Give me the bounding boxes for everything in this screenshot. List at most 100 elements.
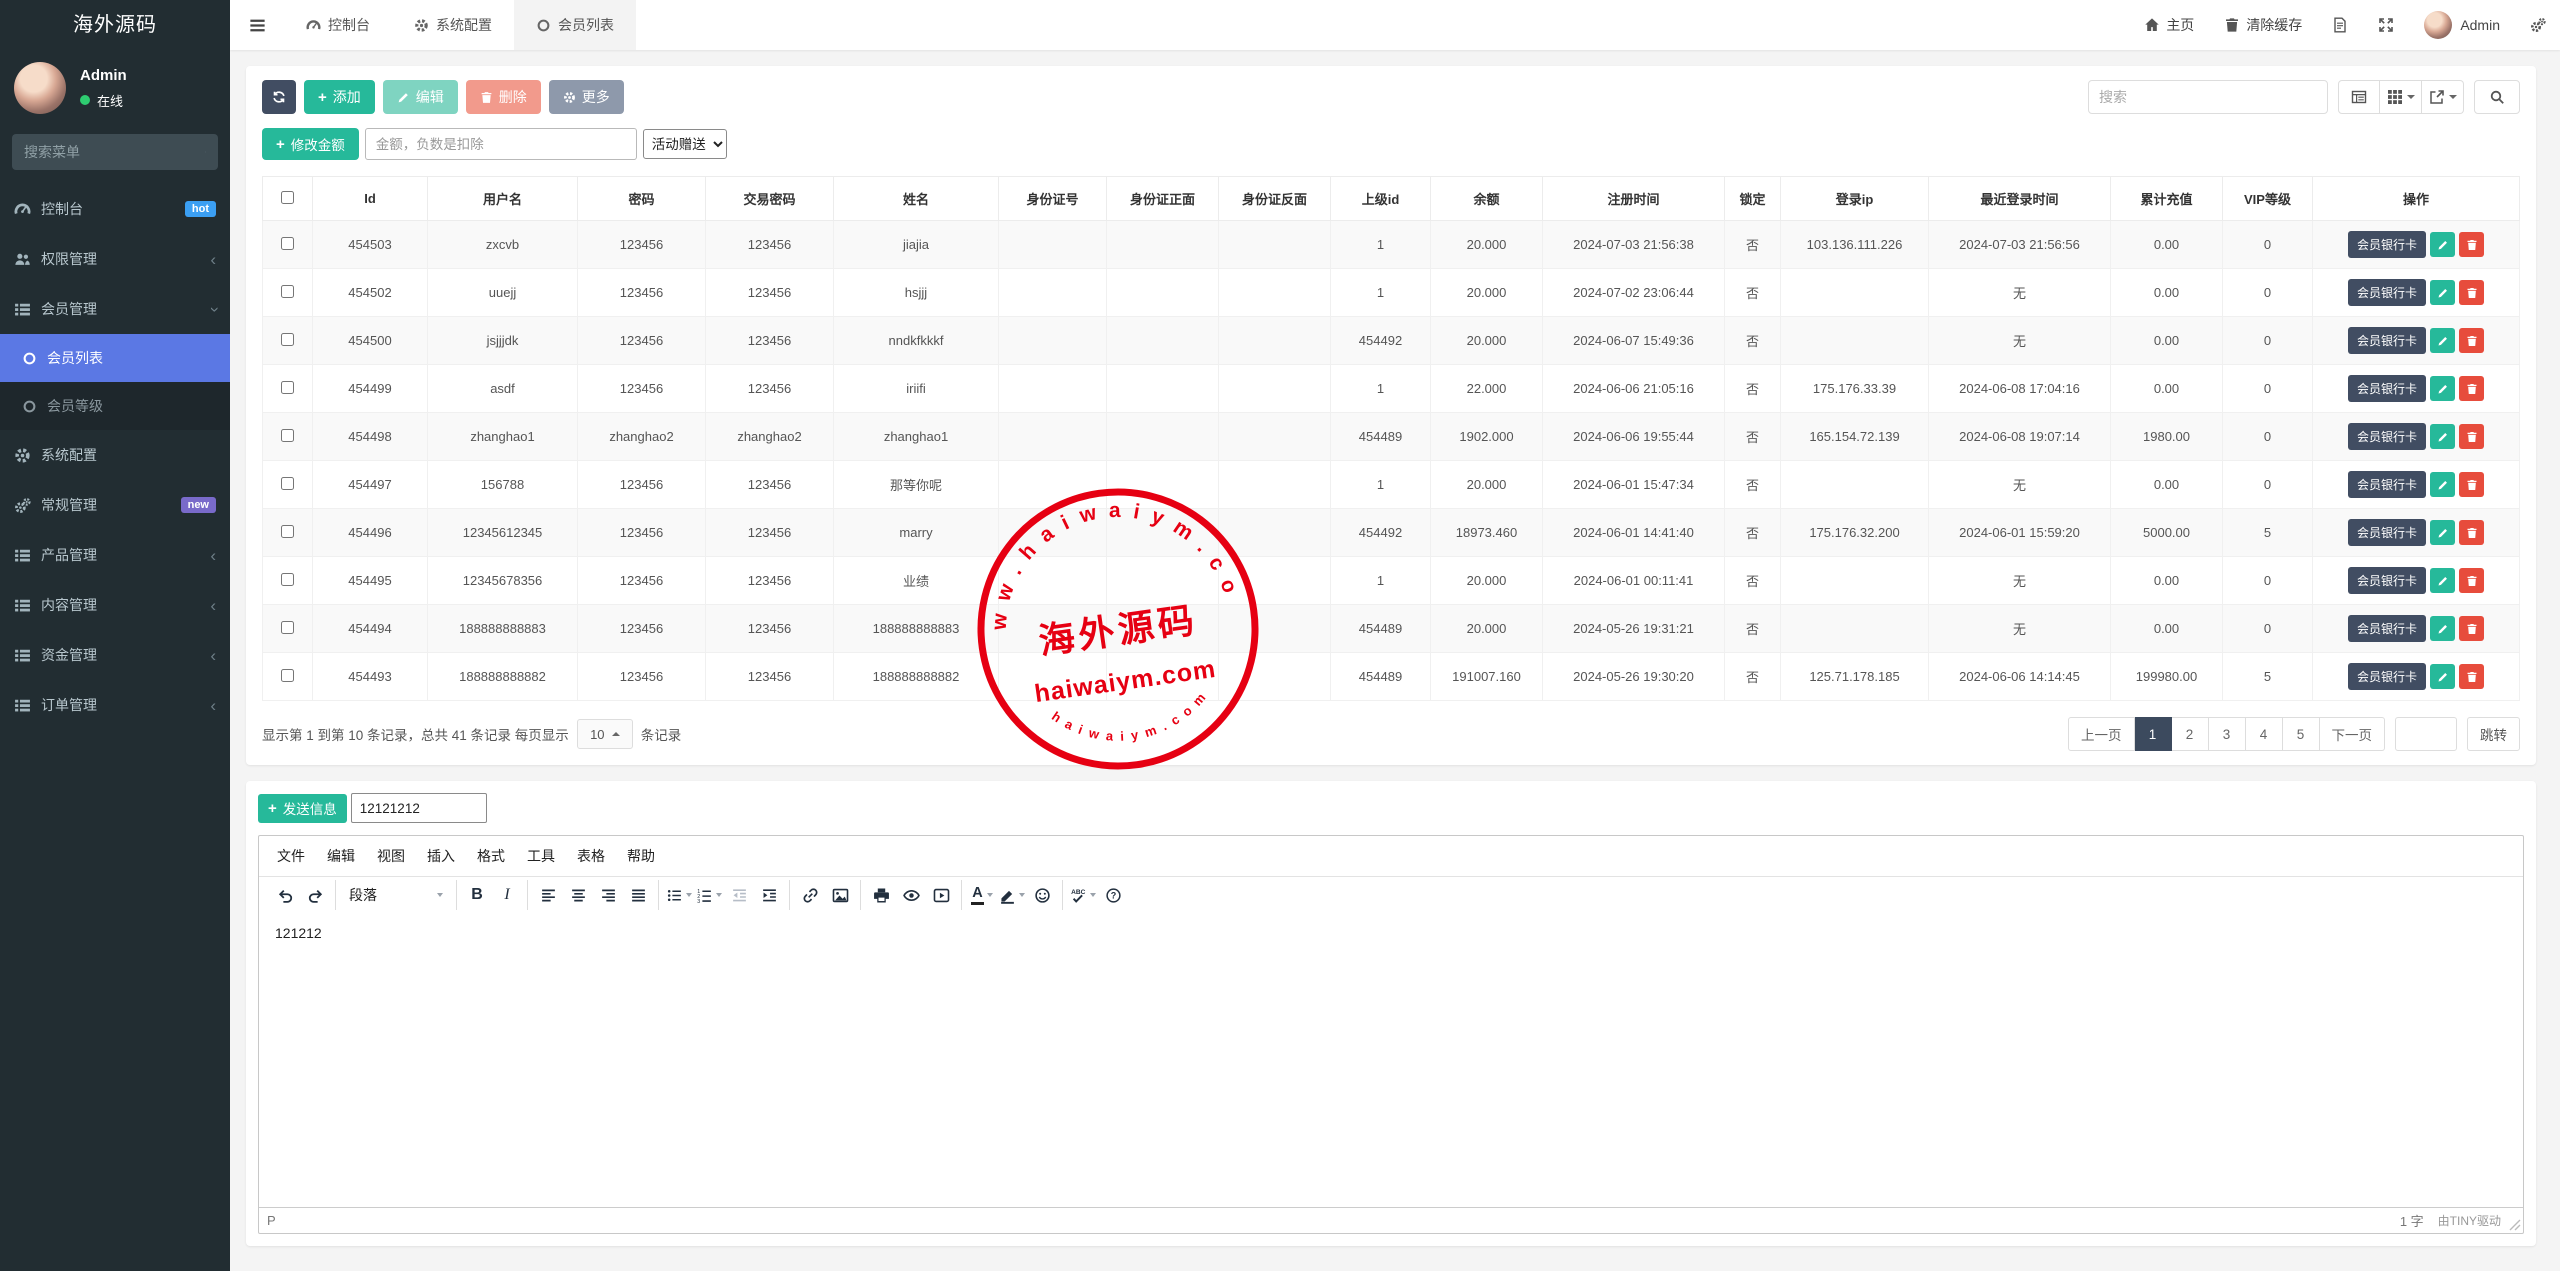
resize-grip[interactable]: [2509, 1219, 2521, 1231]
column-header[interactable]: 身份证正面: [1107, 177, 1219, 221]
column-header[interactable]: 累计充值: [2111, 177, 2223, 221]
search-icon[interactable]: [205, 144, 206, 160]
row-delete-button[interactable]: [2459, 472, 2484, 497]
gift-type-select[interactable]: 活动赠送: [643, 129, 727, 159]
sidebar-item-content[interactable]: 内容管理 ‹: [0, 580, 230, 630]
paragraph-format-select[interactable]: 段落: [341, 880, 451, 910]
row-edit-button[interactable]: [2430, 376, 2455, 401]
row-edit-button[interactable]: [2430, 664, 2455, 689]
modify-amount-button[interactable]: +修改金额: [262, 128, 359, 160]
page-number-button[interactable]: 1: [2135, 717, 2172, 751]
editor-menu-item[interactable]: 格式: [467, 841, 515, 871]
bank-card-button[interactable]: 会员银行卡: [2348, 471, 2426, 498]
column-header[interactable]: 登录ip: [1781, 177, 1929, 221]
add-button[interactable]: +添加: [304, 80, 375, 114]
sidebar-item-members[interactable]: 会员管理 ‹: [0, 284, 230, 334]
sidebar-item-member-level[interactable]: 会员等级: [0, 382, 230, 430]
align-justify-button[interactable]: [623, 880, 653, 910]
tab-dashboard[interactable]: 控制台: [284, 0, 392, 50]
editor-menu-item[interactable]: 视图: [367, 841, 415, 871]
page-number-button[interactable]: 4: [2246, 717, 2283, 751]
row-edit-button[interactable]: [2430, 424, 2455, 449]
row-delete-button[interactable]: [2459, 328, 2484, 353]
sidebar-search-input[interactable]: [24, 144, 205, 160]
redo-button[interactable]: [300, 880, 330, 910]
next-page-button[interactable]: 下一页: [2320, 717, 2386, 751]
editor-menu-item[interactable]: 文件: [267, 841, 315, 871]
row-checkbox[interactable]: [281, 237, 294, 250]
row-checkbox[interactable]: [281, 285, 294, 298]
sidebar-item-member-list[interactable]: 会员列表: [0, 334, 230, 382]
spellcheck-button[interactable]: [1068, 880, 1098, 910]
row-edit-button[interactable]: [2430, 616, 2455, 641]
row-edit-button[interactable]: [2430, 520, 2455, 545]
column-header[interactable]: 姓名: [834, 177, 999, 221]
bank-card-button[interactable]: 会员银行卡: [2348, 519, 2426, 546]
sidebar-item-dashboard[interactable]: 控制台 hot: [0, 184, 230, 234]
row-checkbox[interactable]: [281, 525, 294, 538]
print-button[interactable]: [866, 880, 896, 910]
word-count[interactable]: 1 字: [2400, 1211, 2424, 1230]
bank-card-button[interactable]: 会员银行卡: [2348, 567, 2426, 594]
column-header[interactable]: 最近登录时间: [1929, 177, 2111, 221]
insert-image-button[interactable]: [825, 880, 855, 910]
sidebar-item-products[interactable]: 产品管理 ‹: [0, 530, 230, 580]
clear-cache-button[interactable]: 清除缓存: [2224, 15, 2302, 35]
italic-button[interactable]: I: [492, 880, 522, 910]
translate-button[interactable]: [2332, 17, 2348, 33]
row-delete-button[interactable]: [2459, 424, 2484, 449]
preview-button[interactable]: [896, 880, 926, 910]
home-link[interactable]: 主页: [2144, 15, 2194, 35]
page-number-button[interactable]: 2: [2172, 717, 2209, 751]
column-header[interactable]: 用户名: [428, 177, 578, 221]
prev-page-button[interactable]: 上一页: [2068, 717, 2135, 751]
row-delete-button[interactable]: [2459, 280, 2484, 305]
sidebar-toggle-button[interactable]: [230, 0, 284, 50]
row-delete-button[interactable]: [2459, 616, 2484, 641]
row-delete-button[interactable]: [2459, 664, 2484, 689]
toggle-view-button[interactable]: [2338, 80, 2380, 114]
sidebar-item-system-config[interactable]: 系统配置: [0, 430, 230, 480]
jump-button[interactable]: 跳转: [2467, 717, 2520, 751]
sidebar-item-funds[interactable]: 资金管理 ‹: [0, 630, 230, 680]
editor-content[interactable]: 121212: [259, 913, 2523, 1207]
export-button[interactable]: [2422, 80, 2464, 114]
row-delete-button[interactable]: [2459, 232, 2484, 257]
undo-button[interactable]: [270, 880, 300, 910]
row-delete-button[interactable]: [2459, 520, 2484, 545]
send-message-button[interactable]: +发送信息: [258, 794, 347, 823]
message-title-input[interactable]: [351, 793, 487, 823]
row-edit-button[interactable]: [2430, 472, 2455, 497]
table-search-input[interactable]: [2088, 80, 2328, 114]
column-header[interactable]: 交易密码: [706, 177, 834, 221]
column-header[interactable]: VIP等级: [2223, 177, 2313, 221]
row-edit-button[interactable]: [2430, 328, 2455, 353]
row-checkbox[interactable]: [281, 429, 294, 442]
row-checkbox[interactable]: [281, 477, 294, 490]
row-edit-button[interactable]: [2430, 232, 2455, 257]
bank-card-button[interactable]: 会员银行卡: [2348, 615, 2426, 642]
bank-card-button[interactable]: 会员银行卡: [2348, 231, 2426, 258]
row-checkbox[interactable]: [281, 333, 294, 346]
editor-menu-item[interactable]: 帮助: [617, 841, 665, 871]
bank-card-button[interactable]: 会员银行卡: [2348, 423, 2426, 450]
editor-menu-item[interactable]: 表格: [567, 841, 615, 871]
columns-button[interactable]: [2380, 80, 2422, 114]
page-number-button[interactable]: 5: [2283, 717, 2320, 751]
editor-menu-item[interactable]: 编辑: [317, 841, 365, 871]
tab-member-list[interactable]: 会员列表: [514, 0, 636, 50]
row-checkbox[interactable]: [281, 621, 294, 634]
bank-card-button[interactable]: 会员银行卡: [2348, 279, 2426, 306]
bold-button[interactable]: B: [462, 880, 492, 910]
edit-button[interactable]: 编辑: [383, 80, 458, 114]
column-header[interactable]: 锁定: [1725, 177, 1781, 221]
align-center-button[interactable]: [563, 880, 593, 910]
refresh-button[interactable]: [262, 80, 296, 114]
sidebar-item-orders[interactable]: 订单管理 ‹: [0, 680, 230, 730]
numbered-list-button[interactable]: [694, 880, 724, 910]
help-button[interactable]: [1098, 880, 1128, 910]
emoji-button[interactable]: [1027, 880, 1057, 910]
text-color-button[interactable]: A: [967, 880, 997, 910]
column-header[interactable]: 余额: [1431, 177, 1543, 221]
sidebar-item-general[interactable]: 常规管理 new: [0, 480, 230, 530]
